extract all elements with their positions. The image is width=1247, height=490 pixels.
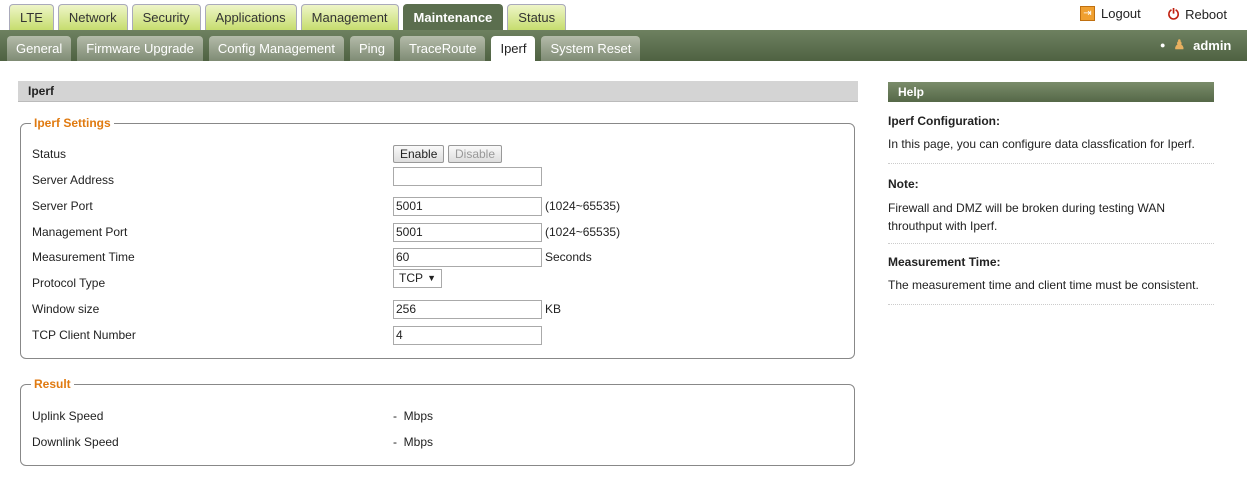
subtab-config-management[interactable]: Config Management	[208, 36, 344, 61]
help-title: Help	[888, 82, 1214, 102]
help-heading-note: Note:	[888, 177, 919, 191]
tcp-client-number-label: TCP Client Number	[32, 328, 136, 342]
reboot-link[interactable]: ⏻ Reboot	[1168, 6, 1227, 23]
server-port-label: Server Port	[32, 199, 93, 213]
management-port-range: (1024~65535)	[545, 225, 621, 239]
window-size-label: Window size	[32, 302, 100, 316]
server-address-label: Server Address	[32, 173, 115, 187]
kb-unit: KB	[545, 302, 562, 316]
help-text-config: In this page, you can configure data cla…	[888, 137, 1195, 151]
server-port-input[interactable]: 5001	[393, 197, 542, 216]
subtab-system-reset[interactable]: System Reset	[541, 36, 641, 61]
uplink-speed-label: Uplink Speed	[32, 409, 104, 423]
window-size-input[interactable]: 256	[393, 300, 542, 319]
main-tabs: LTE Network Security Applications Manage…	[9, 4, 567, 30]
tcp-client-number-input[interactable]: 4	[393, 326, 542, 345]
help-text-note: Firewall and DMZ will be broken during t…	[888, 201, 1165, 233]
logout-icon: ⇥	[1080, 6, 1095, 21]
uplink-speed-value: - Mbps	[393, 409, 434, 423]
measurement-time-input[interactable]: 60	[393, 248, 542, 267]
user-icon: ♟	[1173, 37, 1186, 52]
protocol-value: TCP	[399, 271, 423, 285]
logout-label: Logout	[1101, 6, 1141, 21]
iperf-settings-legend: Iperf Settings	[34, 116, 111, 130]
result-legend: Result	[34, 377, 71, 391]
tab-applications[interactable]: Applications	[204, 4, 297, 30]
status-label: Status	[32, 147, 67, 161]
downlink-speed-value: - Mbps	[393, 435, 434, 449]
tab-maintenance[interactable]: Maintenance	[402, 4, 504, 30]
tab-management[interactable]: Management	[300, 4, 399, 30]
tab-security[interactable]: Security	[131, 4, 201, 30]
management-port-label: Management Port	[32, 225, 128, 239]
seconds-unit: Seconds	[545, 250, 592, 264]
power-icon: ⏻	[1168, 6, 1180, 22]
help-divider	[888, 243, 1214, 244]
section-title: Iperf	[18, 81, 858, 102]
logout-link[interactable]: ⇥ Logout	[1080, 6, 1141, 21]
measurement-time-label: Measurement Time	[32, 250, 135, 264]
management-port-input[interactable]: 5001	[393, 223, 542, 242]
server-port-range: (1024~65535)	[545, 199, 621, 213]
help-divider	[888, 304, 1214, 305]
help-heading-measurement: Measurement Time:	[888, 255, 1001, 269]
subtab-ping[interactable]: Ping	[349, 36, 395, 61]
enable-button[interactable]: Enable	[393, 145, 445, 163]
sub-tabs: General Firmware Upgrade Config Manageme…	[7, 36, 641, 61]
reboot-label: Reboot	[1185, 7, 1227, 22]
subtab-general[interactable]: General	[7, 36, 72, 61]
help-heading-config: Iperf Configuration:	[888, 114, 1000, 128]
tab-status[interactable]: Status	[507, 4, 567, 30]
tab-lte[interactable]: LTE	[9, 4, 54, 30]
help-text-measurement: The measurement time and client time mus…	[888, 278, 1199, 292]
subtab-traceroute[interactable]: TraceRoute	[400, 36, 486, 61]
dropdown-arrow-icon: ▼	[427, 273, 436, 283]
protocol-type-label: Protocol Type	[32, 276, 106, 290]
bullet-icon: ●	[1160, 40, 1166, 50]
subtab-firmware-upgrade[interactable]: Firmware Upgrade	[77, 36, 203, 61]
downlink-speed-label: Downlink Speed	[32, 435, 119, 449]
subtab-iperf[interactable]: Iperf	[491, 36, 536, 61]
protocol-type-select[interactable]: TCP ▼	[393, 269, 442, 288]
server-address-input[interactable]	[393, 167, 542, 186]
username: admin	[1193, 37, 1232, 53]
disable-button[interactable]: Disable	[448, 145, 503, 163]
tab-network[interactable]: Network	[57, 4, 128, 30]
help-divider	[888, 163, 1214, 164]
user-indicator: ● ♟ admin	[1160, 37, 1231, 53]
result-group: Result	[20, 377, 855, 466]
